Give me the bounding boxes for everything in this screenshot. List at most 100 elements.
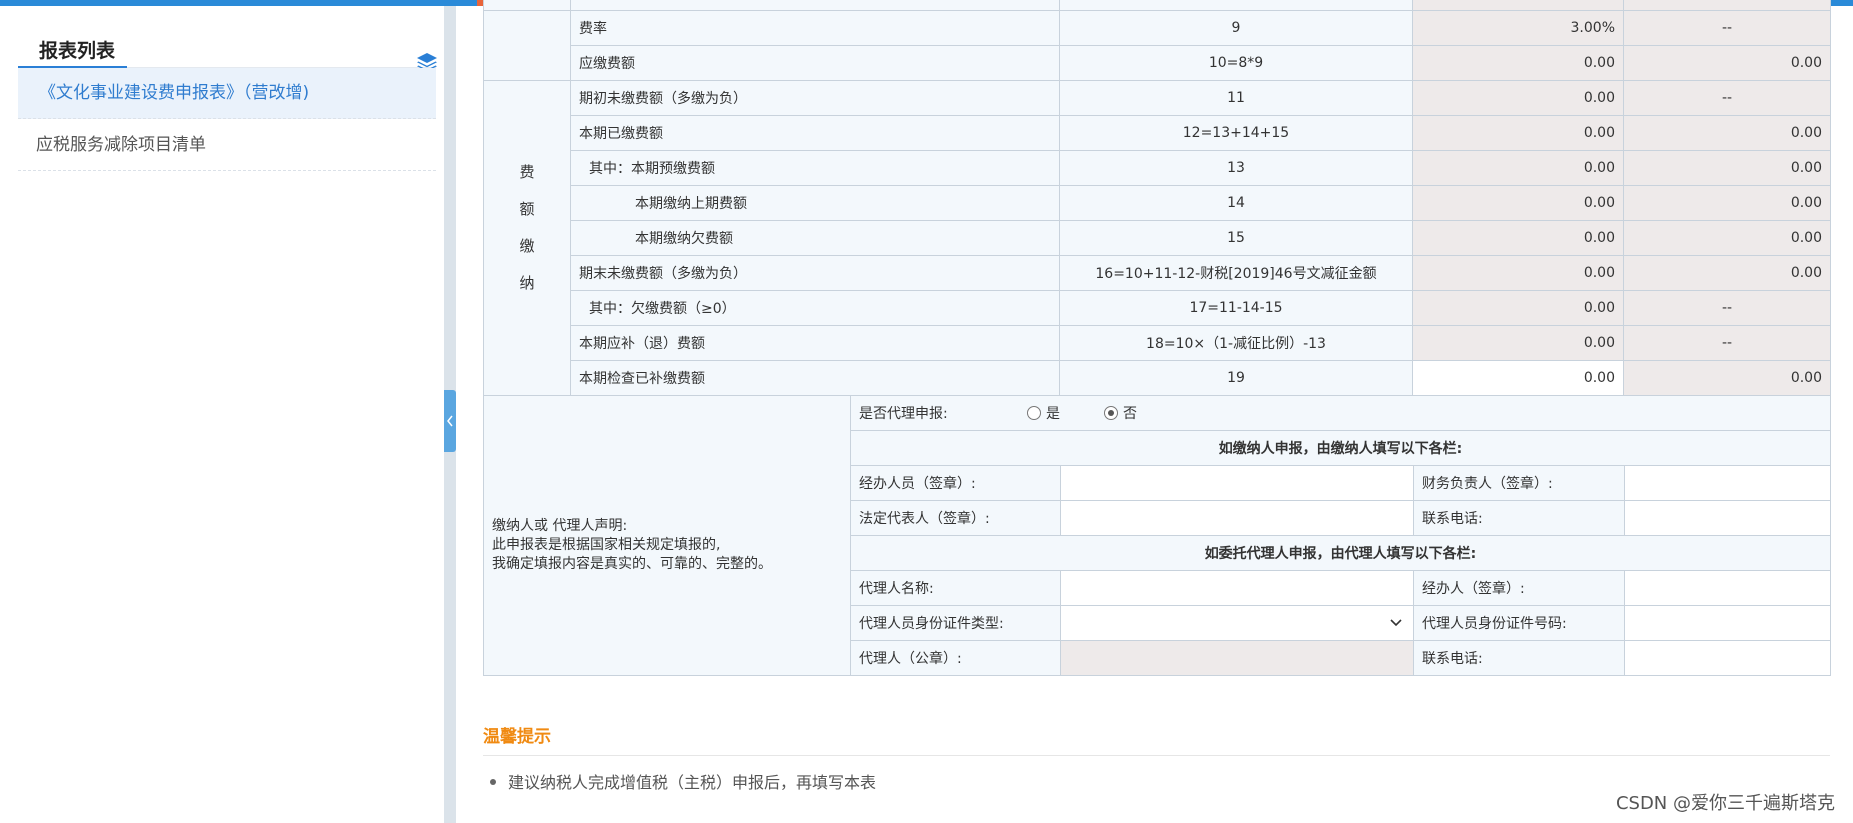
row-value-cumulative: -- [1623, 79, 1831, 116]
row-value-current: 3.00% [1412, 9, 1624, 46]
row-value-cumulative: 0.00 [1623, 184, 1831, 221]
agent-seal-field [1060, 639, 1414, 676]
row-name: 费率 [570, 9, 1060, 46]
fee-row: 本期缴纳欠费额 15 0.00 0.00 [484, 219, 1831, 256]
row-name: 本期检查已补缴费额 [570, 359, 1060, 396]
handler-input[interactable] [1060, 464, 1414, 501]
row-value-current: 0.00 [1412, 44, 1624, 81]
radio-on-icon [1104, 405, 1118, 420]
tips-divider [483, 755, 1830, 756]
agent-no-radio[interactable]: 否 [1104, 403, 1137, 423]
agent-phone-input[interactable] [1624, 639, 1831, 676]
fee-row: 本期检查已补缴费额 19 0.00 0.00 [484, 359, 1831, 396]
sidebar-header: 报表列表 [18, 24, 437, 72]
row-line-number: 17=11-14-15 [1059, 289, 1413, 326]
row-value-cumulative: 0.00 [1623, 149, 1831, 186]
agent-handler-input[interactable] [1624, 569, 1831, 606]
upper-section-label [483, 10, 571, 45]
agent-name-input[interactable] [1060, 569, 1414, 606]
fee-row: 本期已缴费额 12=13+14+15 0.00 0.00 [484, 114, 1831, 151]
agent-question-row: 是否代理申报: 是 否 [850, 394, 1831, 431]
row-line-number: 16=10+11-12-财税[2019]46号文减征金额 [1059, 254, 1413, 291]
row-line-number: 13 [1059, 149, 1413, 186]
sidebar-item-culture-fee-report[interactable]: 《文化事业建设费申报表》（营改增) [18, 68, 436, 119]
declaration-table: 缴纳人或 代理人声明: 此申报表是根据国家相关规定填报的, 我确定填报内容是真实的、… [483, 394, 1831, 676]
row-value-current: 0.00 [1412, 324, 1624, 361]
finance-label: 财务负责人（签章）: [1413, 464, 1625, 501]
agent-phone-label: 联系电话: [1413, 639, 1625, 676]
legal-rep-label: 法定代表人（签章）: [850, 499, 1061, 536]
row-name: 本期缴纳欠费额 [570, 219, 1060, 256]
row-value-current[interactable]: 0.00 [1412, 359, 1624, 396]
agent-yes-label: 是 [1046, 405, 1060, 422]
payer-phone-input[interactable] [1624, 499, 1831, 536]
row-name: 其中：欠缴费额（≥0） [570, 289, 1060, 326]
row-value-cumulative: 0.00 [1623, 44, 1831, 81]
fee-row: 应缴费额 10=8*9 0.00 0.00 [483, 44, 1831, 81]
sidebar-item-deduction-list[interactable]: 应税服务减除项目清单 [18, 120, 436, 171]
row-value-current: 0.00 [1412, 184, 1624, 221]
radio-off-icon [1027, 405, 1041, 420]
agent-name-label: 代理人名称: [850, 569, 1061, 606]
agent-seal-label: 代理人（公章）: [850, 639, 1061, 676]
id-number-label: 代理人员身份证件号码: [1413, 604, 1625, 641]
fee-row: 本期应补（退）费额 18=10×（1-减征比例）-13 0.00 -- [484, 324, 1831, 361]
row-value-current: 0.00 [1412, 114, 1624, 151]
payer-heading: 如缴纳人申报，由缴纳人填写以下各栏: [850, 429, 1831, 466]
section-label-fee-payment: 费额缴纳 [483, 79, 571, 396]
report-list-sidebar: 报表列表 《文化事业建设费申报表》（营改增) 应税服务减除项目清单 [6, 6, 444, 823]
row-line-number: 15 [1059, 219, 1413, 256]
payer-phone-label: 联系电话: [1413, 499, 1625, 536]
finance-input[interactable] [1624, 464, 1831, 501]
fee-row: 费额缴纳 期初未缴费额（多缴为负） 11 0.00 -- [483, 79, 1831, 396]
declaration-statement-text: 缴纳人或 代理人声明: 此申报表是根据国家相关规定填报的, 我确定填报内容是真实的、… [492, 517, 772, 572]
row-value-cumulative: -- [1623, 324, 1831, 361]
handler-label: 经办人员（签章）: [850, 464, 1061, 501]
legal-rep-input[interactable] [1060, 499, 1414, 536]
bullet-icon [490, 778, 496, 785]
row-name: 期末未缴费额（多缴为负） [570, 254, 1060, 291]
fee-row: 期末未缴费额（多缴为负） 16=10+11-12-财税[2019]46号文减征金额… [484, 254, 1831, 291]
row-line-number: 9 [1059, 9, 1413, 46]
row-name: 其中：本期预缴费额 [570, 149, 1060, 186]
fee-row: 其中：欠缴费额（≥0） 17=11-14-15 0.00 -- [484, 289, 1831, 326]
fee-row: 其中：本期预缴费额 13 0.00 0.00 [484, 149, 1831, 186]
row-value-cumulative: -- [1623, 289, 1831, 326]
row-line-number: 19 [1059, 359, 1413, 396]
row-value-cumulative: 0.00 [1623, 359, 1831, 396]
tips-item: 建议纳税人完成增值税（主税）申报后，再填写本表 [490, 769, 876, 793]
sidebar-collapse-button[interactable] [444, 390, 456, 452]
agent-question-label: 是否代理申报: [859, 405, 948, 422]
agent-yes-radio[interactable]: 是 [1027, 403, 1060, 423]
chevron-down-icon [1390, 618, 1402, 626]
watermark: CSDN @爱你三千遍斯塔克 [1615, 793, 1835, 814]
row-name: 应缴费额 [570, 44, 1060, 81]
row-name: 本期已缴费额 [570, 114, 1060, 151]
fee-row: 本期缴纳上期费额 14 0.00 0.00 [484, 184, 1831, 221]
row-line-number: 10=8*9 [1059, 44, 1413, 81]
tips-item-text: 建议纳税人完成增值税（主税）申报后，再填写本表 [508, 773, 877, 792]
id-type-select[interactable] [1060, 604, 1414, 641]
row-value-cumulative: 0.00 [1623, 219, 1831, 256]
fee-report-form: 费率 9 3.00% -- 应缴费额 10=8*9 0.00 0.00 费额缴纳 期初未缴费额（多… [483, 0, 1831, 676]
row-value-cumulative: 0.00 [1623, 114, 1831, 151]
row-name: 本期缴纳上期费额 [570, 184, 1060, 221]
agent-handler-label: 经办人（签章）: [1413, 569, 1625, 606]
agent-no-label: 否 [1123, 405, 1137, 422]
row-line-number: 18=10×（1-减征比例）-13 [1059, 324, 1413, 361]
tips-title: 温馨提示 [483, 727, 551, 747]
row-name: 本期应补（退）费额 [570, 324, 1060, 361]
row-value-current: 0.00 [1412, 79, 1624, 116]
id-number-input[interactable] [1624, 604, 1831, 641]
id-type-label: 代理人员身份证件类型: [850, 604, 1061, 641]
chevron-left-icon [447, 415, 453, 427]
fee-row: 费率 9 3.00% -- [483, 9, 1831, 46]
row-value-cumulative: 0.00 [1623, 254, 1831, 291]
row-name: 期初未缴费额（多缴为负） [570, 79, 1060, 116]
row-value-current: 0.00 [1412, 254, 1624, 291]
agent-heading: 如委托代理人申报，由代理人填写以下各栏: [850, 534, 1831, 571]
fee-table: 费率 9 3.00% -- 应缴费额 10=8*9 0.00 0.00 费额缴纳 期初未缴费额（多… [483, 0, 1831, 396]
row-value-current: 0.00 [1412, 149, 1624, 186]
upper-section-label [483, 0, 571, 11]
row-value-current: 0.00 [1412, 289, 1624, 326]
